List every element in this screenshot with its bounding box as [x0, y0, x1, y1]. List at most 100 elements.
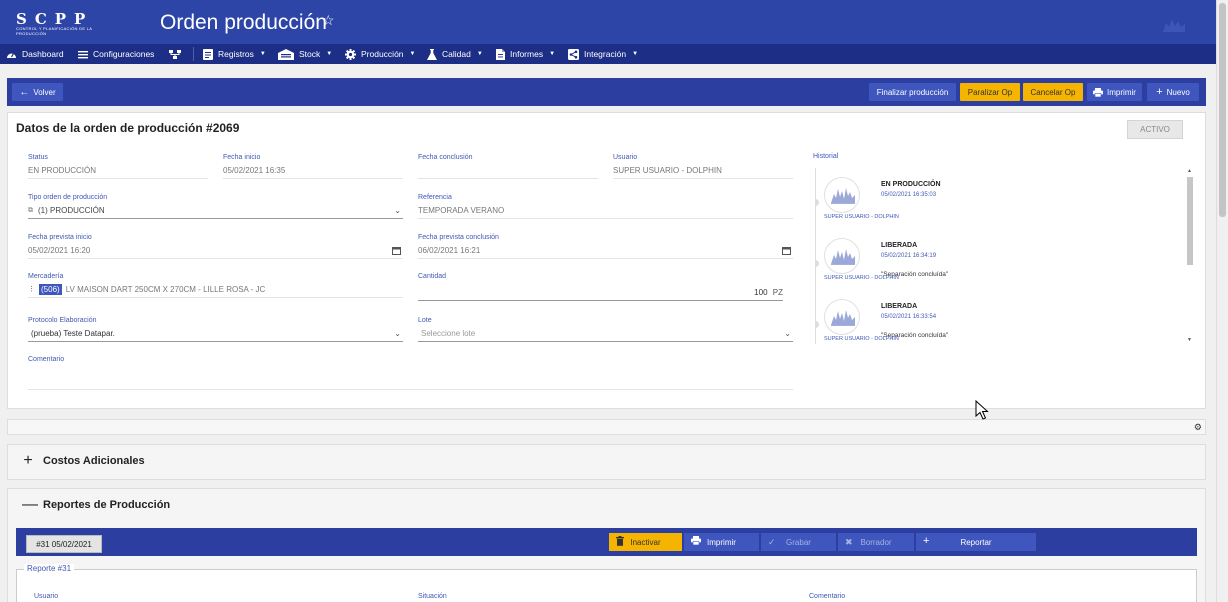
status-value: EN PRODUCCIÓN: [28, 166, 97, 175]
history-timeline: EN PRODUCCIÓN 05/02/2021 16:35:03 SUPER US…: [815, 168, 1177, 344]
back-button[interactable]: ← Volver: [12, 83, 63, 101]
nav-configuraciones[interactable]: Configuraciones: [78, 44, 154, 64]
planned-start-label: Fecha prevista inicio: [28, 234, 92, 241]
reference-input[interactable]: TEMPORADA VERANO: [418, 205, 793, 216]
warehouse-icon: [278, 48, 294, 60]
pause-op-button[interactable]: Paralizar Op: [960, 83, 1020, 101]
report-fieldset: [16, 569, 1197, 602]
gear-icon[interactable]: ⚙: [1194, 422, 1202, 433]
history-entry-title: LIBERADA: [881, 242, 918, 249]
nav-integracion-label: Integración: [584, 49, 627, 59]
page-scrollbar[interactable]: [1216, 0, 1228, 602]
history-entry: EN PRODUCCIÓN 05/02/2021 16:35:03 SUPER US…: [815, 168, 1165, 228]
mouse-pointer-icon: [975, 400, 989, 420]
nav-sitemap[interactable]: [169, 44, 181, 64]
page-scrollbar-thumb[interactable]: [1219, 3, 1226, 217]
new-button[interactable]: + Nuevo: [1147, 83, 1199, 101]
end-date-label: Fecha conclusión: [418, 154, 473, 161]
planned-end-field[interactable]: Fecha prevista conclusión 06/02/2021 16:…: [418, 233, 793, 259]
protocol-field[interactable]: Protocolo Elaboración (prueba) Teste Dat…: [28, 316, 403, 342]
lot-select[interactable]: Seleccione lote: [418, 328, 793, 339]
planned-end-input[interactable]: 06/02/2021 16:21: [418, 245, 793, 256]
order-type-label: Tipo orden de producción: [28, 194, 108, 201]
merchandise-label: Mercadería: [28, 273, 64, 280]
field-underline: [418, 300, 783, 301]
avatar: [824, 299, 860, 335]
external-link-icon[interactable]: ⧉: [28, 205, 33, 216]
order-card: Datos de la orden de producción #2069 AC…: [7, 112, 1206, 409]
clipboard-icon: [203, 48, 213, 60]
comment-input[interactable]: [28, 367, 793, 387]
history-label: Historial: [813, 153, 839, 160]
start-date-field: Fecha inicio 05/02/2021 16:35: [223, 153, 403, 179]
save-button[interactable]: ✓ Grabar: [761, 533, 836, 551]
quantity-field[interactable]: Cantidad 100 PZ: [418, 272, 783, 301]
report-tab[interactable]: #31 05/02/2021: [26, 535, 102, 553]
new-button-label: Nuevo: [1166, 87, 1190, 97]
user-label: Usuario: [613, 154, 638, 161]
nav-integracion[interactable]: Integración ▼: [568, 44, 638, 64]
history-entry-user: SUPER USUARIO - DOLPHIN: [824, 214, 899, 220]
start-date-value: 05/02/2021 16:35: [223, 166, 286, 175]
protocol-select[interactable]: (prueba) Teste Datapar.: [28, 328, 403, 339]
nav-informes-label: Informes: [510, 49, 544, 59]
favorite-star-icon[interactable]: ☆: [322, 12, 335, 29]
quantity-input[interactable]: 100 PZ: [418, 287, 783, 298]
calendar-icon[interactable]: [392, 246, 401, 255]
draft-button[interactable]: ✖ Borrador: [838, 533, 914, 551]
merchandise-input[interactable]: ⋮ (506) LV MAISON DART 250CM X 270CM - L…: [28, 284, 403, 295]
chevron-down-icon[interactable]: ⌄: [394, 206, 401, 215]
nav-registros-label: Registros: [218, 49, 254, 59]
nav-registros[interactable]: Registros ▼: [203, 44, 266, 64]
history-scrollbar[interactable]: ▲ ▼: [1186, 168, 1194, 344]
nav-produccion[interactable]: Producción ▼: [345, 44, 415, 64]
planned-end-label: Fecha prevista conclusión: [418, 234, 499, 241]
reference-field[interactable]: Referencia TEMPORADA VERANO: [418, 193, 793, 219]
nav-calidad[interactable]: Calidad ▼: [427, 44, 483, 64]
quantity-label: Cantidad: [418, 273, 447, 280]
scroll-down-icon[interactable]: ▼: [1187, 337, 1192, 343]
quantity-value: 100: [754, 288, 768, 297]
print-button[interactable]: Imprimir: [1087, 83, 1142, 101]
column-situation: Situación: [418, 593, 447, 600]
costs-panel-header[interactable]: + Costos Adicionales: [22, 452, 144, 469]
cancel-op-button[interactable]: Cancelar Op: [1023, 83, 1083, 101]
scroll-up-icon[interactable]: ▲: [1187, 168, 1192, 174]
merchandise-field[interactable]: Mercadería ⋮ (506) LV MAISON DART 250CM …: [28, 272, 403, 298]
calendar-icon[interactable]: [782, 246, 791, 255]
reports-panel-header[interactable]: — Reportes de Producción: [22, 497, 170, 513]
field-underline: [418, 218, 793, 219]
nav-stock[interactable]: Stock ▼: [278, 44, 332, 64]
info-icon[interactable]: ⋮: [28, 284, 35, 295]
inactivate-label: Inactivar: [630, 537, 661, 547]
action-toolbar: ← Volver Finalizar producción Paralizar …: [7, 78, 1206, 106]
finalize-production-label: Finalizar producción: [876, 87, 949, 97]
planned-start-field[interactable]: Fecha prevista inicio 05/02/2021 16:20: [28, 233, 403, 259]
chevron-down-icon[interactable]: ⌄: [784, 329, 791, 338]
merchandise-value: LV MAISON DART 250CM X 270CM - LILLE ROS…: [65, 285, 266, 294]
finalize-production-button[interactable]: Finalizar producción: [869, 83, 956, 101]
nav-dashboard[interactable]: Dashboard: [6, 44, 64, 64]
scrollbar-thumb[interactable]: [1187, 177, 1193, 265]
report-submit-button[interactable]: + Reportar: [916, 533, 1036, 551]
history-entry-title: EN PRODUCCIÓN: [881, 181, 941, 188]
lot-field[interactable]: Lote Seleccione lote ⌄: [418, 316, 793, 342]
chevron-down-icon[interactable]: ⌄: [394, 329, 401, 338]
lot-label: Lote: [418, 317, 432, 324]
logo[interactable]: SCPP CONTROL Y PLANIFICACIÓN DE LA PRODU…: [16, 12, 104, 37]
quantity-unit: PZ: [772, 288, 783, 297]
planned-start-input[interactable]: 05/02/2021 16:20: [28, 245, 403, 256]
order-type-select[interactable]: ⧉ (1) PRODUCCIÓN: [28, 205, 403, 216]
order-type-field[interactable]: Tipo orden de producción ⧉ (1) PRODUCCIÓ…: [28, 193, 403, 219]
chevron-down-icon: ▼: [259, 51, 266, 57]
inactivate-button[interactable]: Inactivar: [609, 533, 682, 551]
nav-informes[interactable]: Informes ▼: [496, 44, 555, 64]
comment-field[interactable]: Comentario: [28, 355, 793, 390]
expand-icon: +: [23, 452, 33, 469]
avatar: [824, 177, 860, 213]
field-underline: [28, 258, 403, 259]
reports-panel-title: Reportes de Producción: [43, 499, 171, 511]
column-user: Usuario: [34, 593, 59, 600]
avatar: [824, 238, 860, 274]
report-print-button[interactable]: Imprimir: [684, 533, 759, 551]
